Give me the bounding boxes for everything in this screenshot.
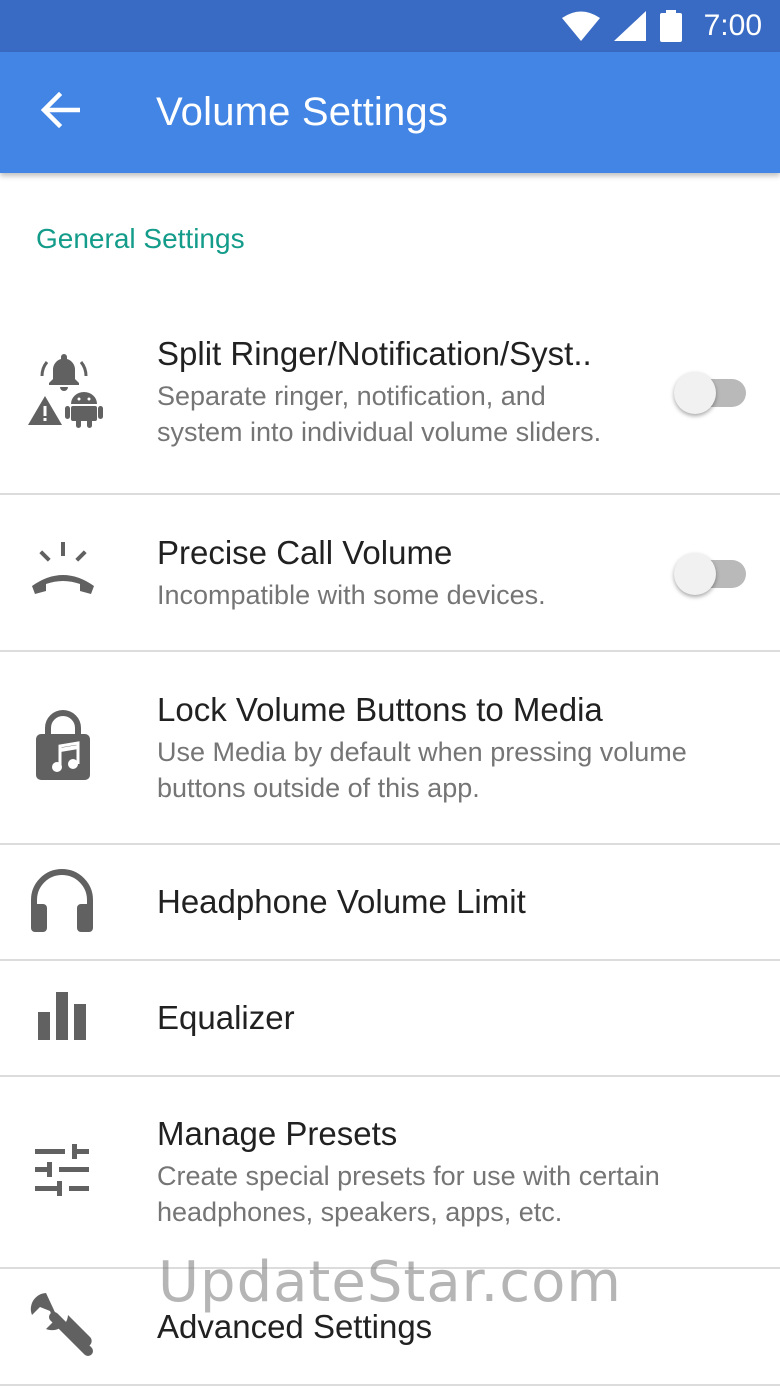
setting-advanced-settings[interactable]: Advanced Settings <box>0 1269 780 1386</box>
settings-list: General Settings Split Ringer/Notificati… <box>0 173 780 1386</box>
setting-split-ringer[interactable]: Split Ringer/Notification/Syst.. Separat… <box>0 291 780 495</box>
setting-title: Split Ringer/Notification/Syst.. <box>157 335 592 372</box>
setting-headphone-volume-limit[interactable]: Headphone Volume Limit <box>0 845 780 961</box>
split-ringer-toggle[interactable] <box>674 369 746 415</box>
setting-precise-call-volume[interactable]: Precise Call Volume Incompatible with so… <box>0 495 780 652</box>
lock-music-icon <box>36 710 90 785</box>
battery-icon <box>659 10 682 42</box>
setting-title: Advanced Settings <box>157 1307 433 1345</box>
signal-icon <box>613 11 646 41</box>
page-title: Volume Settings <box>156 90 449 134</box>
setting-summary: Use Media by default when pressing volum… <box>157 736 687 803</box>
setting-title: Manage Presets <box>157 1115 398 1152</box>
arrow-back-icon <box>40 91 81 133</box>
setting-title: Lock Volume Buttons to Media <box>157 690 603 728</box>
tune-icon <box>35 1143 89 1201</box>
back-button[interactable] <box>0 52 120 173</box>
status-time: 7:00 <box>703 9 762 42</box>
wifi-icon <box>561 11 600 41</box>
setting-title: Equalizer <box>157 999 295 1036</box>
setting-manage-presets[interactable]: Manage Presets Create special presets fo… <box>0 1077 780 1269</box>
setting-equalizer[interactable]: Equalizer <box>0 961 780 1077</box>
section-header: General Settings <box>36 223 245 254</box>
setting-lock-volume-buttons[interactable]: Lock Volume Buttons to Media Use Media b… <box>0 652 780 845</box>
setting-summary: Incompatible with some devices. <box>157 579 546 610</box>
setting-summary: Create special presets for use with cert… <box>157 1161 660 1227</box>
setting-title: Precise Call Volume <box>157 533 453 571</box>
status-bar: 7:00 <box>0 0 780 52</box>
call-volume-icon <box>28 540 98 605</box>
headphones-icon <box>28 868 96 937</box>
ringer-notification-system-icon <box>28 352 104 433</box>
setting-title: Headphone Volume Limit <box>157 883 526 920</box>
app-bar: Volume Settings <box>0 52 780 173</box>
precise-call-volume-toggle[interactable] <box>674 550 746 596</box>
equalizer-icon <box>38 991 86 1045</box>
wrench-icon <box>28 1291 94 1362</box>
setting-summary: Separate ringer, notification, and syste… <box>157 381 602 447</box>
